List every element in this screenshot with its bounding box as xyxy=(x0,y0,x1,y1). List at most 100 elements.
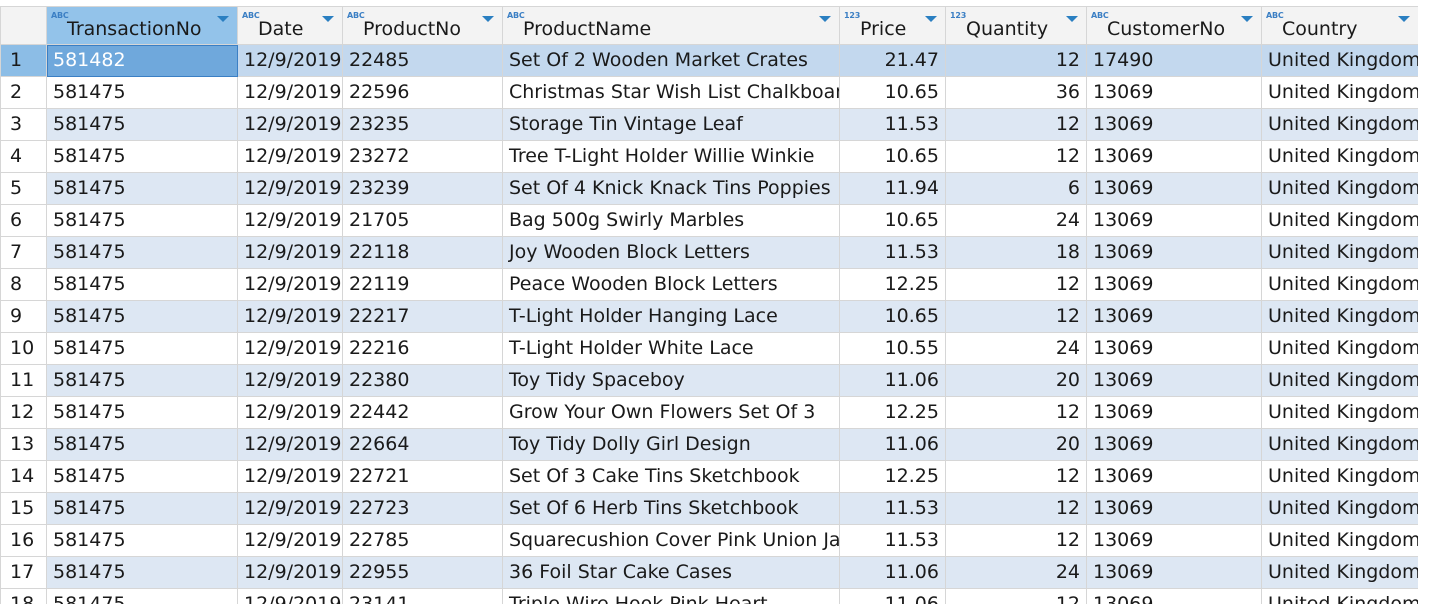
cell-date[interactable]: 12/9/2019 xyxy=(237,332,343,365)
cell-customerno[interactable]: 17490 xyxy=(1086,44,1262,77)
cell-country[interactable]: United Kingdom xyxy=(1261,492,1419,525)
cell-price[interactable]: 11.06 xyxy=(839,428,946,461)
cell-quantity[interactable]: 36 xyxy=(945,76,1087,109)
table-row[interactable]: 13 581475 12/9/2019 22664 Toy Tidy Dolly Gir… xyxy=(0,428,1419,461)
cell-quantity[interactable]: 18 xyxy=(945,236,1087,269)
cell-customerno[interactable]: 13069 xyxy=(1086,428,1262,461)
cell-quantity[interactable]: 12 xyxy=(945,396,1087,429)
table-row[interactable]: 15 581475 12/9/2019 22723 Set Of 6 Herb Tins… xyxy=(0,492,1419,525)
column-menu-dropdown-icon[interactable] xyxy=(819,16,831,22)
cell-productname[interactable]: Toy Tidy Spaceboy xyxy=(502,364,840,397)
cell-quantity[interactable]: 12 xyxy=(945,140,1087,173)
cell-productname[interactable]: Tree T-Light Holder Willie Winkie xyxy=(502,140,840,173)
cell-date[interactable]: 12/9/2019 xyxy=(237,428,343,461)
cell-country[interactable]: United Kingdom xyxy=(1261,396,1419,429)
table-row[interactable]: 14 581475 12/9/2019 22721 Set Of 3 Cake Tins… xyxy=(0,460,1419,493)
cell-price[interactable]: 21.47 xyxy=(839,44,946,77)
cell-productno[interactable]: 22216 xyxy=(342,332,503,365)
row-number-header[interactable] xyxy=(0,6,47,45)
cell-customerno[interactable]: 13069 xyxy=(1086,364,1262,397)
cell-productname[interactable]: Storage Tin Vintage Leaf xyxy=(502,108,840,141)
cell-productname[interactable]: 36 Foil Star Cake Cases xyxy=(502,556,840,589)
cell-date[interactable]: 12/9/2019 xyxy=(237,588,343,604)
cell-transactionno[interactable]: 581475 xyxy=(46,332,238,365)
column-header-date[interactable]: ABC Date xyxy=(237,6,343,45)
cell-price[interactable]: 10.65 xyxy=(839,300,946,333)
table-row[interactable]: 4 581475 12/9/2019 23272 Tree T-Light Holder… xyxy=(0,140,1419,173)
cell-productname[interactable]: T-Light Holder Hanging Lace xyxy=(502,300,840,333)
cell-transactionno[interactable]: 581475 xyxy=(46,556,238,589)
row-number[interactable]: 18 xyxy=(0,588,47,604)
cell-productname[interactable]: T-Light Holder White Lace xyxy=(502,332,840,365)
cell-productname[interactable]: Grow Your Own Flowers Set Of 3 xyxy=(502,396,840,429)
cell-country[interactable]: United Kingdom xyxy=(1261,204,1419,237)
column-menu-dropdown-icon[interactable] xyxy=(1241,16,1253,22)
table-row[interactable]: 12 581475 12/9/2019 22442 Grow Your Own Flow… xyxy=(0,396,1419,429)
column-header-price[interactable]: 123 Price xyxy=(839,6,946,45)
cell-date[interactable]: 12/9/2019 xyxy=(237,44,343,77)
cell-productno[interactable]: 23239 xyxy=(342,172,503,205)
cell-date[interactable]: 12/9/2019 xyxy=(237,204,343,237)
row-number[interactable]: 4 xyxy=(0,140,47,173)
cell-transactionno[interactable]: 581475 xyxy=(46,204,238,237)
cell-customerno[interactable]: 13069 xyxy=(1086,300,1262,333)
cell-price[interactable]: 10.65 xyxy=(839,204,946,237)
cell-productname[interactable]: Bag 500g Swirly Marbles xyxy=(502,204,840,237)
cell-productno[interactable]: 22485 xyxy=(342,44,503,77)
cell-quantity[interactable]: 20 xyxy=(945,428,1087,461)
cell-price[interactable]: 12.25 xyxy=(839,396,946,429)
cell-productno[interactable]: 22119 xyxy=(342,268,503,301)
cell-country[interactable]: United Kingdom xyxy=(1261,588,1419,604)
cell-productname[interactable]: Set Of 3 Cake Tins Sketchbook xyxy=(502,460,840,493)
cell-country[interactable]: United Kingdom xyxy=(1261,428,1419,461)
cell-customerno[interactable]: 13069 xyxy=(1086,588,1262,604)
cell-customerno[interactable]: 13069 xyxy=(1086,556,1262,589)
cell-date[interactable]: 12/9/2019 xyxy=(237,396,343,429)
row-number[interactable]: 1 xyxy=(0,44,47,77)
cell-date[interactable]: 12/9/2019 xyxy=(237,76,343,109)
row-number[interactable]: 10 xyxy=(0,332,47,365)
cell-country[interactable]: United Kingdom xyxy=(1261,524,1419,557)
row-number[interactable]: 14 xyxy=(0,460,47,493)
cell-productno[interactable]: 22380 xyxy=(342,364,503,397)
column-header-productname[interactable]: ABC ProductName xyxy=(502,6,840,45)
cell-quantity[interactable]: 12 xyxy=(945,268,1087,301)
row-number[interactable]: 7 xyxy=(0,236,47,269)
row-number[interactable]: 17 xyxy=(0,556,47,589)
row-number[interactable]: 2 xyxy=(0,76,47,109)
cell-country[interactable]: United Kingdom xyxy=(1261,364,1419,397)
cell-transactionno[interactable]: 581475 xyxy=(46,140,238,173)
cell-productno[interactable]: 22955 xyxy=(342,556,503,589)
column-header-customerno[interactable]: ABC CustomerNo xyxy=(1086,6,1262,45)
column-header-quantity[interactable]: 123 Quantity xyxy=(945,6,1087,45)
row-number[interactable]: 12 xyxy=(0,396,47,429)
cell-price[interactable]: 12.25 xyxy=(839,268,946,301)
table-row[interactable]: 9 581475 12/9/2019 22217 T-Light Holder Hang… xyxy=(0,300,1419,333)
cell-country[interactable]: United Kingdom xyxy=(1261,268,1419,301)
cell-customerno[interactable]: 13069 xyxy=(1086,332,1262,365)
cell-customerno[interactable]: 13069 xyxy=(1086,172,1262,205)
cell-price[interactable]: 11.06 xyxy=(839,556,946,589)
cell-price[interactable]: 11.53 xyxy=(839,236,946,269)
column-menu-dropdown-icon[interactable] xyxy=(322,16,334,22)
cell-country[interactable]: United Kingdom xyxy=(1261,332,1419,365)
cell-price[interactable]: 10.65 xyxy=(839,76,946,109)
table-row[interactable]: 11 581475 12/9/2019 22380 Toy Tidy Spaceboy 1… xyxy=(0,364,1419,397)
row-number[interactable]: 13 xyxy=(0,428,47,461)
cell-date[interactable]: 12/9/2019 xyxy=(237,300,343,333)
cell-transactionno[interactable]: 581475 xyxy=(46,300,238,333)
column-header-country[interactable]: ABC Country xyxy=(1261,6,1419,45)
cell-date[interactable]: 12/9/2019 xyxy=(237,140,343,173)
table-row[interactable]: 6 581475 12/9/2019 21705 Bag 500g Swirly Mar… xyxy=(0,204,1419,237)
cell-quantity[interactable]: 6 xyxy=(945,172,1087,205)
cell-productno[interactable]: 22785 xyxy=(342,524,503,557)
table-row[interactable]: 1 581482 12/9/2019 22485 Set Of 2 Wooden Mar… xyxy=(0,44,1419,77)
cell-transactionno[interactable]: 581475 xyxy=(46,268,238,301)
cell-quantity[interactable]: 12 xyxy=(945,44,1087,77)
cell-transactionno[interactable]: 581475 xyxy=(46,108,238,141)
cell-customerno[interactable]: 13069 xyxy=(1086,140,1262,173)
cell-transactionno[interactable]: 581475 xyxy=(46,172,238,205)
cell-quantity[interactable]: 12 xyxy=(945,492,1087,525)
cell-price[interactable]: 11.94 xyxy=(839,172,946,205)
cell-productname[interactable]: Toy Tidy Dolly Girl Design xyxy=(502,428,840,461)
